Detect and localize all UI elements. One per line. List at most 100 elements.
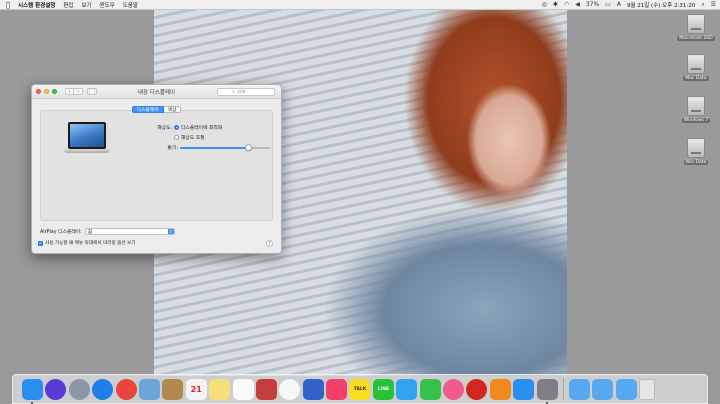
nav-buttons: ‹ › (65, 88, 83, 95)
menu-help[interactable]: 도움말 (123, 1, 138, 9)
dock-calendar-icon[interactable]: 21 (185, 378, 207, 400)
back-arrow-icon[interactable]: ‹ (65, 88, 74, 95)
desktop-drive-macintosh-ssd[interactable]: Macintosh SSD (676, 14, 716, 50)
drive-label: Win Data (683, 160, 709, 165)
menu-extras: ◎ ✱ ◠ ◀ 37% ▭ A 9월 21일 (수) 오후 2:31:20 ⌕ … (542, 1, 716, 9)
drive-label: Windows 7 (681, 118, 711, 123)
wifi-icon[interactable]: ◠ (564, 1, 569, 8)
menu-edit[interactable]: 편집 (63, 1, 73, 9)
forward-arrow-icon[interactable]: › (74, 88, 83, 95)
dock-camera-icon[interactable] (326, 378, 348, 400)
minimize-button[interactable] (44, 89, 49, 94)
mirror-checkbox[interactable]: ✓ (38, 240, 43, 246)
radio-label: 디스플레이에 최적화 (181, 126, 223, 131)
dock-applications-folder-icon[interactable] (568, 378, 590, 400)
slider-fill (180, 146, 248, 149)
mirror-option-label: 사용 가능할 때 메뉴 막대에서 미러링 옵션 보기 (45, 241, 136, 246)
radio-option-scaled[interactable]: 해상도 조절 (174, 134, 222, 141)
select-arrows-icon: ⇕ (167, 229, 174, 234)
window-titlebar[interactable]: ‹ › ⋮⋮ 내장 디스플레이 ⌕ (32, 85, 281, 99)
dock-app-store-icon[interactable] (513, 378, 535, 400)
close-button[interactable] (36, 89, 41, 94)
menu-bar:  시스템 환경설정 편집 보기 윈도우 도움말 ◎ ✱ ◠ ◀ 37% ▭ A… (0, 0, 720, 10)
dock-trash-icon[interactable] (639, 378, 656, 400)
menu-window[interactable]: 윈도우 (100, 1, 115, 9)
drive-label: Macintosh SSD (677, 36, 715, 41)
dock-finder-icon[interactable] (22, 378, 43, 404)
airplay-select[interactable]: 끔 ⇕ (84, 228, 175, 235)
notification-center-icon[interactable]: ☰ (711, 1, 716, 8)
dock-chrome-icon[interactable] (115, 378, 137, 400)
drive-label: Mac Data (683, 76, 709, 81)
desktop-drive-win-data[interactable]: Win Data (676, 138, 716, 174)
menu-view[interactable]: 보기 (81, 1, 91, 9)
tab-display[interactable]: 디스플레이 (131, 106, 164, 113)
desktop-drive-windows-7[interactable]: Windows 7 (676, 96, 716, 132)
dock-launchpad-icon[interactable] (68, 378, 90, 400)
brightness-setting: 밝기: (144, 143, 270, 151)
spotlight-icon[interactable]: ⌕ (701, 1, 704, 9)
dock-notes-icon[interactable] (209, 378, 231, 400)
running-indicator (545, 401, 548, 404)
resolution-label: 해상도: (157, 126, 172, 131)
dock-photos-icon[interactable] (279, 378, 301, 400)
dock-safari-icon[interactable] (92, 378, 114, 400)
dock-itunes-icon[interactable] (443, 378, 465, 400)
hard-drive-icon (687, 14, 705, 34)
dock-line-icon[interactable]: LINE (372, 378, 394, 400)
search-icon: ⌕ (232, 89, 235, 95)
macbook-display-icon (64, 122, 110, 158)
dock-keynote-icon[interactable] (302, 378, 324, 400)
show-all-grid-icon[interactable]: ⋮⋮ (87, 88, 97, 95)
dock-downloads-folder-icon[interactable] (615, 378, 637, 400)
dock-music-icon[interactable] (466, 378, 488, 400)
dock-reminders-icon[interactable] (232, 378, 254, 400)
airplay-label: AirPlay 디스플레이: (40, 230, 82, 235)
window-controls (36, 89, 57, 94)
airplay-setting: AirPlay 디스플레이: 끔 ⇕ (40, 228, 175, 235)
brightness-label: 밝기: (167, 146, 178, 151)
slider-knob[interactable] (244, 143, 252, 151)
tab-bar: 디스플레이 색상 (32, 106, 281, 113)
search-field[interactable]: ⌕ (217, 88, 275, 96)
dock-separator (562, 378, 564, 400)
zoom-button[interactable] (52, 89, 57, 94)
radio-button-selected[interactable] (174, 125, 179, 130)
dock-contacts-icon[interactable] (162, 378, 184, 400)
menu-app-name[interactable]: 시스템 환경설정 (18, 1, 55, 9)
dock-siri-icon[interactable] (45, 378, 67, 400)
tab-color[interactable]: 색상 (163, 106, 182, 113)
dock-kakaotalk-icon[interactable]: TALK (349, 378, 371, 400)
bluetooth-icon[interactable]: ✱ (553, 1, 558, 8)
dock-facetime-icon[interactable] (419, 378, 441, 400)
display-preferences-window: ‹ › ⋮⋮ 내장 디스플레이 ⌕ 해상도: 디스플레이에 최적화 해상도 조 (31, 84, 282, 254)
search-input[interactable] (236, 89, 271, 95)
dock-photo-booth-icon[interactable] (255, 378, 277, 400)
dock-system-preferences-icon[interactable] (536, 378, 558, 404)
radio-option-optimized[interactable]: 디스플레이에 최적화 (174, 124, 222, 131)
display-settings-panel: 해상도: 디스플레이에 최적화 해상도 조절 밝기: (40, 110, 273, 221)
dock-icon-text: 21 (190, 384, 202, 394)
dock-documents-folder-icon[interactable] (592, 378, 614, 400)
dock-preview-icon[interactable] (138, 378, 160, 400)
brightness-slider[interactable] (180, 143, 270, 151)
dock-icon-text: LINE (377, 386, 390, 392)
resolution-setting: 해상도: 디스플레이에 최적화 해상도 조절 (144, 124, 222, 141)
dock-messages-icon[interactable] (396, 378, 418, 400)
airplay-selected-value: 끔 (87, 230, 93, 235)
dock-icon-text: TALK (353, 386, 367, 392)
vpn-icon[interactable]: ◎ (542, 1, 547, 8)
dock-ibooks-icon[interactable] (489, 378, 511, 400)
battery-percent[interactable]: 37% (586, 1, 599, 8)
hard-drive-icon (687, 54, 705, 74)
battery-icon[interactable]: ▭ (605, 1, 611, 8)
mirror-option[interactable]: ✓ 사용 가능할 때 메뉴 막대에서 미러링 옵션 보기 (38, 240, 136, 246)
hard-drive-icon (687, 138, 705, 158)
help-button[interactable]: ? (266, 240, 273, 247)
input-source-icon[interactable]: A (617, 1, 621, 8)
radio-button[interactable] (174, 135, 179, 140)
desktop-drive-mac-data[interactable]: Mac Data (676, 54, 716, 90)
apple-logo-icon[interactable]:  (4, 1, 12, 9)
menu-clock[interactable]: 9월 21일 (수) 오후 2:31:20 (627, 1, 695, 9)
volume-icon[interactable]: ◀ (575, 1, 580, 8)
